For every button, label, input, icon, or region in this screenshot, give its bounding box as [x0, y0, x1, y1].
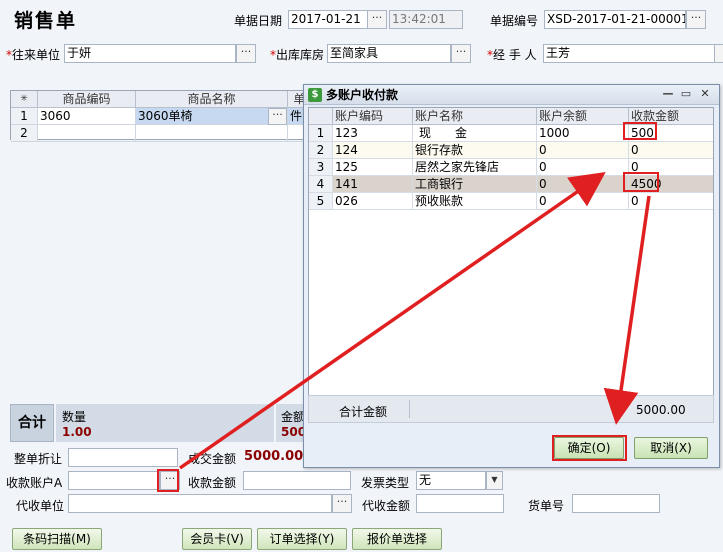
arrow-to-ok-button — [603, 195, 651, 425]
annotation-arrows — [179, 172, 651, 470]
arrow-to-bank-amount — [179, 172, 606, 470]
